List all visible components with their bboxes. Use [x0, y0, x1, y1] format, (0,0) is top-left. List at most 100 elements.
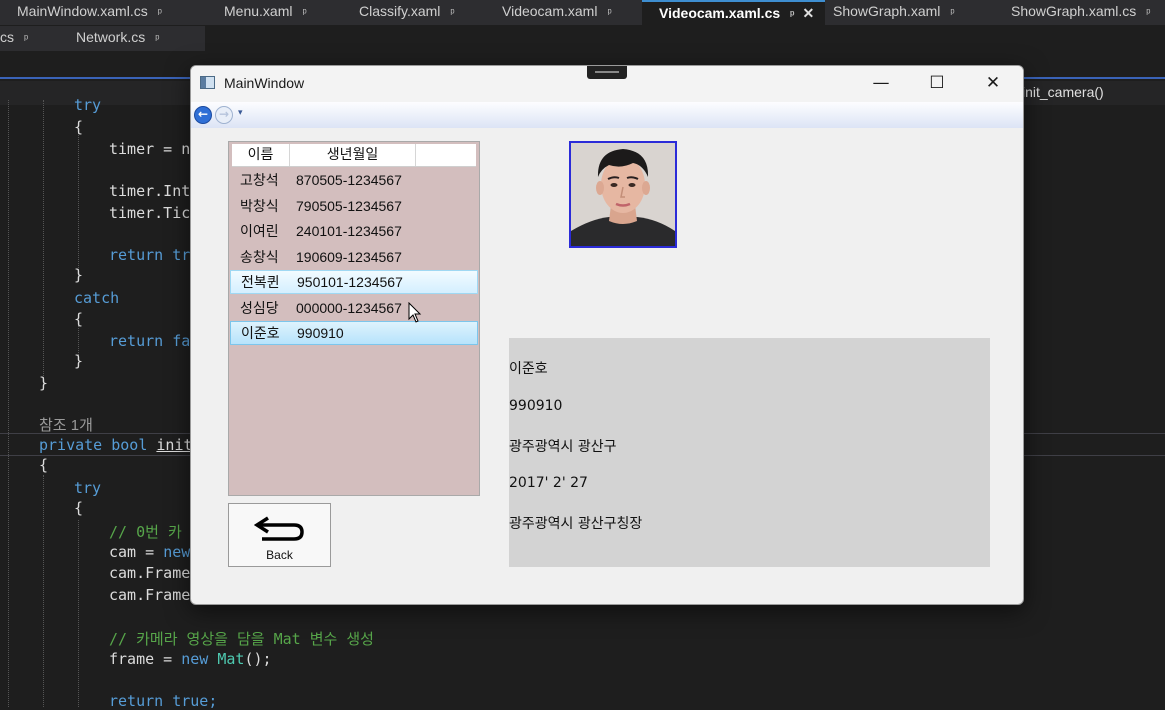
code-line: }: [74, 352, 84, 370]
pin-icon[interactable]: ᵖ: [1146, 7, 1150, 19]
tab-mainwindow-xaml-cs[interactable]: MainWindow.xaml.cs ᵖ: [0, 0, 207, 25]
member-dropdown-label: init_camera(): [1022, 84, 1104, 100]
editor-tab-row: MainWindow.xaml.cs ᵖ Menu.xaml ᵖ Classify.…: [0, 0, 1165, 25]
pin-icon[interactable]: ᵖ: [158, 7, 162, 19]
row-name: 송창식: [240, 250, 279, 266]
tab-classify-xaml[interactable]: Classify.xaml ᵖ: [342, 0, 485, 25]
code-comment: // 카메라 영상을 담을 Mat 변수 생성: [109, 630, 374, 648]
code-line: timer = ne: [109, 140, 200, 158]
row-birth: 790505-1234567: [296, 198, 402, 214]
row-name: 전복퀸: [241, 275, 280, 291]
pin-icon[interactable]: ᵖ: [450, 7, 454, 19]
close-button[interactable]: ✕: [965, 66, 1021, 102]
list-item[interactable]: 송창식 190609-1234567: [230, 245, 478, 269]
maximize-button[interactable]: ☐: [909, 66, 965, 102]
row-birth: 870505-1234567: [296, 172, 402, 188]
tab-showgraph-xaml-cs[interactable]: ShowGraph.xaml.cs ᵖ: [999, 0, 1165, 25]
pin-icon[interactable]: ᵖ: [607, 7, 611, 19]
tab-label: ShowGraph.xaml: [833, 3, 941, 19]
snap-grip[interactable]: [587, 66, 627, 79]
tab-cs[interactable]: cs ᵖ: [0, 26, 62, 51]
indent-guide: [78, 520, 79, 707]
indent-guide: [78, 130, 79, 280]
row-birth: 240101-1234567: [296, 223, 402, 239]
code-text: ();: [244, 650, 272, 668]
row-name: 박창식: [240, 199, 279, 215]
list-item-selected[interactable]: 이준호 990910: [230, 321, 478, 345]
list-header: 이름 생년월일: [232, 144, 476, 167]
code-line: timer.Inte: [109, 182, 200, 200]
face-photo: [569, 141, 677, 248]
column-header-name[interactable]: 이름: [232, 144, 290, 166]
pin-icon[interactable]: ᵖ: [302, 7, 306, 19]
pin-icon[interactable]: ᵖ: [950, 7, 954, 19]
code-line: {: [39, 456, 49, 474]
code-keyword: private bool: [39, 436, 148, 454]
indent-guide: [43, 475, 44, 707]
title-bar[interactable]: MainWindow — ☐ ✕: [191, 66, 1023, 102]
code-keyword: new: [163, 543, 191, 561]
tab-label: cs: [0, 29, 14, 45]
forward-arrow-icon[interactable]: →: [215, 106, 233, 124]
person-list[interactable]: 이름 생년월일 고창석 870505-1234567 박창식 790505-12…: [228, 141, 480, 496]
indent-guide: [43, 100, 44, 390]
list-item[interactable]: 고창석 870505-1234567: [230, 168, 478, 192]
reference-count[interactable]: 참조 1개: [39, 414, 93, 435]
detail-office: 광주광역시 광산구칭장: [509, 516, 643, 532]
pin-icon[interactable]: ᵖ: [24, 33, 28, 45]
column-header-empty[interactable]: [416, 144, 476, 166]
detail-panel: 이준호 990910 광주광역시 광산구 2017' 2' 27 광주광역시 광…: [509, 338, 990, 567]
face-photo-image: [571, 143, 675, 246]
code-type: Mat: [217, 650, 245, 668]
code-line: frame = new Mat();: [109, 650, 272, 668]
tab-videocam-xaml[interactable]: Videocam.xaml ᵖ: [485, 0, 642, 25]
detail-name: 이준호: [509, 361, 548, 377]
tab-label: Videocam.xaml.cs: [659, 5, 781, 21]
code-line: cam.Frame: [109, 586, 191, 604]
indent-guide: [8, 100, 9, 707]
main-window: MainWindow — ☐ ✕ ← → ▾ 이름 생년월일 고창석 87050…: [190, 65, 1024, 605]
row-name: 성심당: [240, 301, 279, 317]
code-text: frame =: [109, 650, 182, 668]
list-item[interactable]: 박창식 790505-1234567: [230, 194, 478, 218]
minimize-button[interactable]: —: [853, 66, 909, 102]
column-header-birth[interactable]: 생년월일: [290, 144, 416, 166]
tab-label: Videocam.xaml: [502, 3, 598, 19]
editor-tab-row-2: cs ᵖ Network.cs ᵖ: [0, 26, 205, 51]
history-dropdown-icon[interactable]: ▾: [238, 108, 243, 118]
pin-icon[interactable]: ᵖ: [155, 33, 159, 45]
code-line: }: [74, 266, 84, 284]
code-line: {: [74, 310, 84, 328]
detail-birth: 990910: [509, 398, 563, 414]
code-line: cam = new: [109, 543, 190, 561]
tab-videocam-xaml-cs[interactable]: Videocam.xaml.cs ᵖ ✕: [642, 0, 825, 25]
detail-address: 광주광역시 광산구: [509, 439, 617, 455]
window-title: MainWindow: [224, 75, 305, 91]
list-item[interactable]: 성심당 000000-1234567: [230, 296, 478, 320]
row-birth: 950101-1234567: [297, 274, 403, 290]
code-line: try: [74, 96, 102, 114]
pin-icon[interactable]: ᵖ: [790, 9, 794, 21]
row-birth: 190609-1234567: [296, 249, 402, 265]
code-keyword: new: [181, 650, 209, 668]
window-icon: [200, 76, 215, 89]
member-dropdown[interactable]: init_camera(): [1022, 84, 1104, 100]
tab-showgraph-xaml[interactable]: ShowGraph.xaml ᵖ: [825, 0, 999, 25]
mouse-cursor-icon: [408, 302, 422, 323]
back-arrow-icon[interactable]: ←: [194, 106, 212, 124]
code-line: return tru: [109, 246, 200, 264]
code-line: }: [39, 374, 49, 392]
code-line: return true;: [109, 692, 217, 710]
list-item-hovered[interactable]: 전복퀸 950101-1234567: [230, 270, 478, 294]
code-line: {: [74, 118, 84, 136]
navigation-chrome: ← → ▾: [191, 102, 1023, 128]
tab-network-cs[interactable]: Network.cs ᵖ: [62, 26, 205, 51]
close-tab-icon[interactable]: ✕: [802, 5, 814, 21]
code-line: catch: [74, 289, 120, 307]
code-line: return fa: [109, 332, 191, 350]
row-name: 이여린: [240, 224, 279, 240]
back-button[interactable]: Back: [228, 503, 331, 567]
tab-menu-xaml[interactable]: Menu.xaml ᵖ: [207, 0, 342, 25]
code-keyword: true;: [172, 692, 218, 710]
list-item[interactable]: 이여린 240101-1234567: [230, 219, 478, 243]
